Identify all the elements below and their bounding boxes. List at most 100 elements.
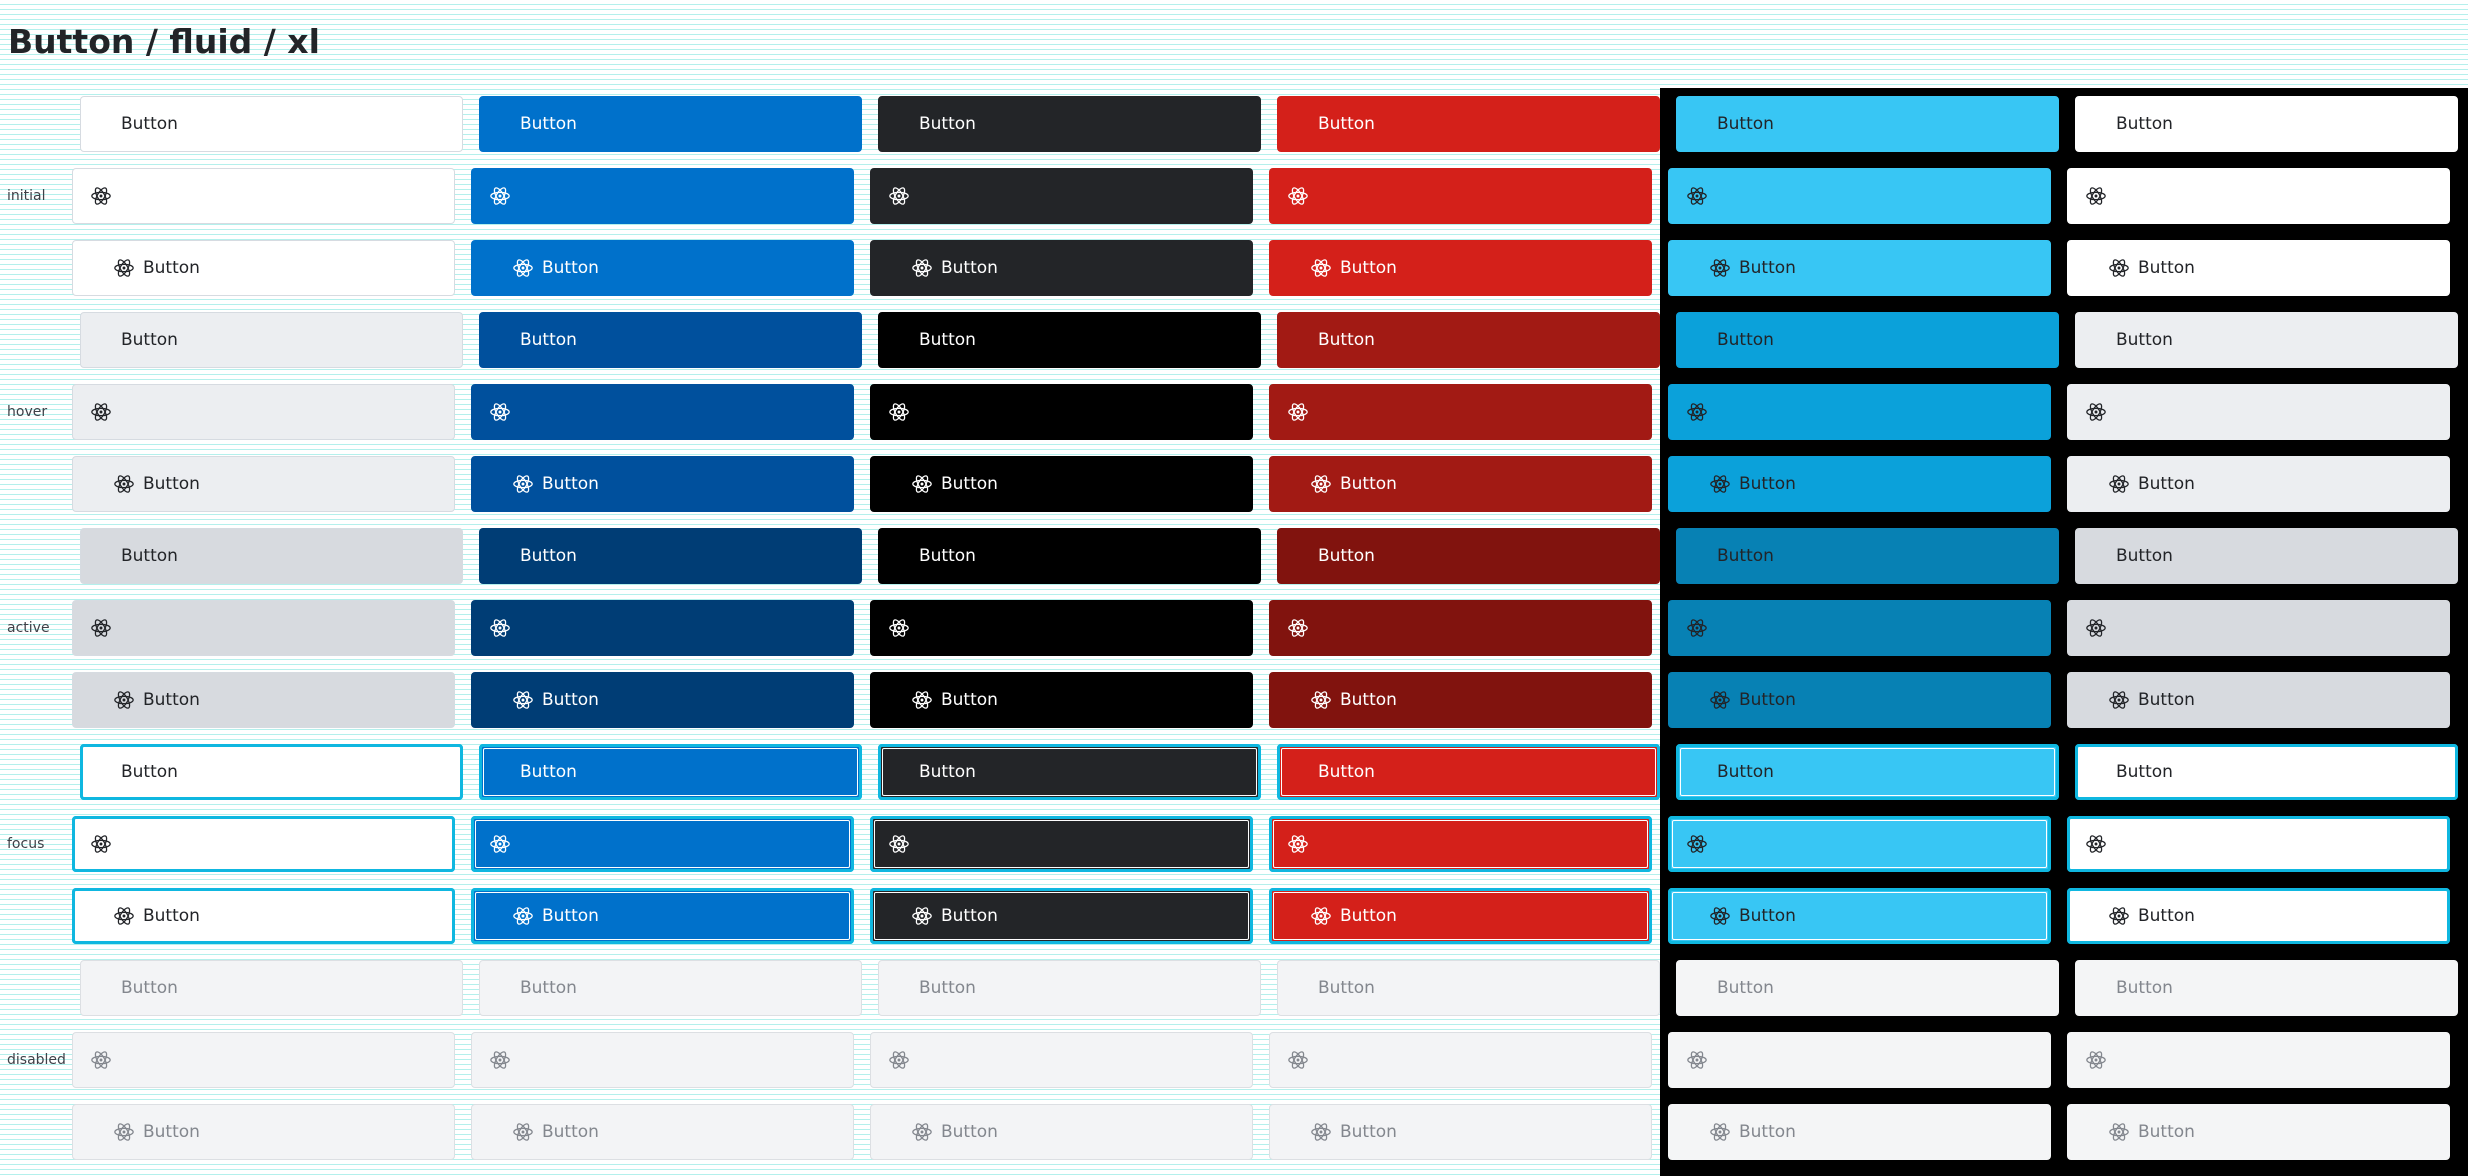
atom-icon (1310, 689, 1332, 711)
button-dark-focus-text-only[interactable]: Button (878, 744, 1261, 800)
button-dark-initial-icon-only[interactable] (870, 168, 1253, 224)
button-default-active-icon-only[interactable] (72, 600, 455, 656)
button-dark-active-text-only[interactable]: Button (878, 528, 1261, 584)
button-default-on-dark-initial-icon-only[interactable] (2067, 168, 2450, 224)
button-label: Button (1318, 330, 1375, 350)
atom-icon (1709, 689, 1731, 711)
button-primary-focus-icon-text[interactable]: Button (471, 888, 854, 944)
button-primary-on-dark-active-text-only[interactable]: Button (1676, 528, 2059, 584)
atom-icon (489, 833, 511, 855)
button-default-initial-icon-only[interactable] (72, 168, 455, 224)
button-default-on-dark-focus-text-only[interactable]: Button (2075, 744, 2458, 800)
button-default-hover-icon-text[interactable]: Button (72, 456, 455, 512)
button-primary-on-dark-focus-text-only[interactable]: Button (1676, 744, 2059, 800)
button-label: Button (941, 1122, 998, 1142)
page-title: Button / fluid / xl (8, 22, 320, 61)
button-label: Button (2138, 1122, 2195, 1142)
button-default-focus-icon-only[interactable] (72, 816, 455, 872)
button-danger-active-icon-only[interactable] (1269, 600, 1652, 656)
button-danger-initial-icon-text[interactable]: Button (1269, 240, 1652, 296)
button-primary-on-dark-hover-text-only[interactable]: Button (1676, 312, 2059, 368)
button-label: Button (1717, 546, 1774, 566)
button-default-on-dark-hover-icon-text[interactable]: Button (2067, 456, 2450, 512)
button-default-active-text-only[interactable]: Button (80, 528, 463, 584)
button-dark-hover-icon-only[interactable] (870, 384, 1253, 440)
button-label: Button (941, 690, 998, 710)
button-primary-focus-text-only[interactable]: Button (479, 744, 862, 800)
atom-icon (1310, 905, 1332, 927)
button-label: Button (520, 546, 577, 566)
button-default-on-dark-active-icon-text[interactable]: Button (2067, 672, 2450, 728)
button-danger-focus-icon-only[interactable] (1269, 816, 1652, 872)
atom-icon (1310, 473, 1332, 495)
button-danger-active-text-only[interactable]: Button (1277, 528, 1660, 584)
button-default-focus-icon-text[interactable]: Button (72, 888, 455, 944)
atom-icon (113, 473, 135, 495)
button-default-on-dark-hover-text-only[interactable]: Button (2075, 312, 2458, 368)
button-primary-on-dark-initial-text-only[interactable]: Button (1676, 96, 2059, 152)
atom-icon (1287, 833, 1309, 855)
button-primary-initial-icon-only[interactable] (471, 168, 854, 224)
button-default-disabled-icon-only (72, 1032, 455, 1088)
button-dark-focus-icon-text[interactable]: Button (870, 888, 1253, 944)
button-primary-on-dark-active-icon-text[interactable]: Button (1668, 672, 2051, 728)
button-default-on-dark-initial-icon-text[interactable]: Button (2067, 240, 2450, 296)
button-primary-hover-icon-only[interactable] (471, 384, 854, 440)
button-danger-focus-text-only[interactable]: Button (1277, 744, 1660, 800)
button-label: Button (1340, 906, 1397, 926)
button-label: Button (1739, 1122, 1796, 1142)
button-dark-focus-icon-only[interactable] (870, 816, 1253, 872)
button-default-on-dark-initial-text-only[interactable]: Button (2075, 96, 2458, 152)
button-dark-hover-text-only[interactable]: Button (878, 312, 1261, 368)
button-danger-hover-icon-text[interactable]: Button (1269, 456, 1652, 512)
button-default-on-dark-focus-icon-only[interactable] (2067, 816, 2450, 872)
button-dark-initial-text-only[interactable]: Button (878, 96, 1261, 152)
button-primary-initial-icon-text[interactable]: Button (471, 240, 854, 296)
button-danger-focus-icon-text[interactable]: Button (1269, 888, 1652, 944)
button-danger-initial-text-only[interactable]: Button (1277, 96, 1660, 152)
atom-icon (512, 257, 534, 279)
atom-icon (911, 905, 933, 927)
button-default-hover-text-only[interactable]: Button (80, 312, 463, 368)
button-primary-active-icon-text[interactable]: Button (471, 672, 854, 728)
button-primary-on-dark-focus-icon-only[interactable] (1668, 816, 2051, 872)
button-primary-initial-text-only[interactable]: Button (479, 96, 862, 152)
button-danger-active-icon-text[interactable]: Button (1269, 672, 1652, 728)
button-dark-active-icon-only[interactable] (870, 600, 1253, 656)
button-label: Button (919, 546, 976, 566)
button-default-on-dark-active-icon-only[interactable] (2067, 600, 2450, 656)
button-primary-hover-icon-text[interactable]: Button (471, 456, 854, 512)
button-primary-on-dark-initial-icon-only[interactable] (1668, 168, 2051, 224)
atom-icon (2108, 473, 2130, 495)
button-default-on-dark-active-text-only[interactable]: Button (2075, 528, 2458, 584)
button-primary-active-icon-only[interactable] (471, 600, 854, 656)
button-danger-initial-icon-only[interactable] (1269, 168, 1652, 224)
button-primary-on-dark-focus-icon-text[interactable]: Button (1668, 888, 2051, 944)
button-default-initial-text-only[interactable]: Button (80, 96, 463, 152)
button-primary-on-dark-initial-icon-text[interactable]: Button (1668, 240, 2051, 296)
button-primary-focus-icon-only[interactable] (471, 816, 854, 872)
button-danger-hover-text-only[interactable]: Button (1277, 312, 1660, 368)
atom-icon (489, 185, 511, 207)
atom-icon (1709, 257, 1731, 279)
button-label: Button (1318, 546, 1375, 566)
button-primary-on-dark-hover-icon-text[interactable]: Button (1668, 456, 2051, 512)
atom-icon (1709, 473, 1731, 495)
button-dark-hover-icon-text[interactable]: Button (870, 456, 1253, 512)
button-default-initial-icon-text[interactable]: Button (72, 240, 455, 296)
button-default-hover-icon-only[interactable] (72, 384, 455, 440)
button-default-active-icon-text[interactable]: Button (72, 672, 455, 728)
button-label: Button (121, 546, 178, 566)
button-default-on-dark-focus-icon-text[interactable]: Button (2067, 888, 2450, 944)
button-dark-initial-icon-text[interactable]: Button (870, 240, 1253, 296)
button-dark-active-icon-text[interactable]: Button (870, 672, 1253, 728)
button-default-focus-text-only[interactable]: Button (80, 744, 463, 800)
button-label: Button (1340, 690, 1397, 710)
button-primary-on-dark-hover-icon-only[interactable] (1668, 384, 2051, 440)
button-primary-on-dark-active-icon-only[interactable] (1668, 600, 2051, 656)
atom-icon (489, 401, 511, 423)
button-default-on-dark-hover-icon-only[interactable] (2067, 384, 2450, 440)
button-primary-active-text-only[interactable]: Button (479, 528, 862, 584)
button-danger-hover-icon-only[interactable] (1269, 384, 1652, 440)
button-primary-hover-text-only[interactable]: Button (479, 312, 862, 368)
